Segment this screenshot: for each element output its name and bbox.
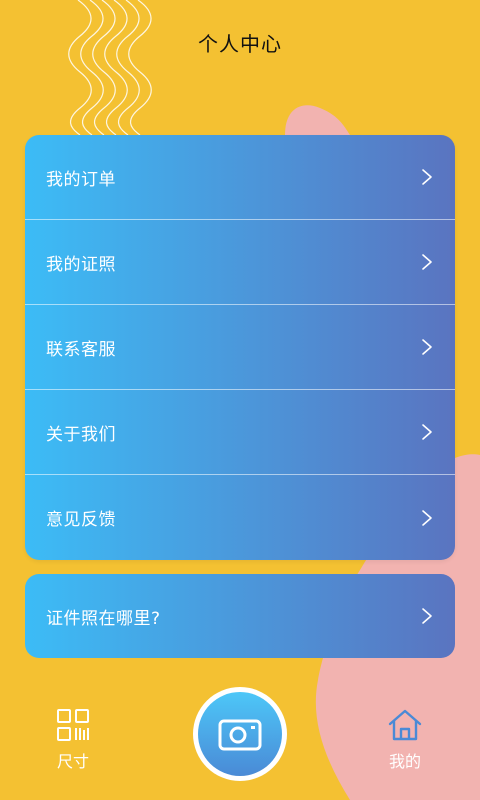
- chevron-right-icon: [422, 169, 432, 185]
- qr-grid-icon: [57, 709, 89, 741]
- menu-item-label: 关于我们: [46, 424, 116, 445]
- menu-item-orders[interactable]: 我的订单: [25, 135, 455, 220]
- menu-item-certificates[interactable]: 我的证照: [25, 220, 455, 305]
- chevron-right-icon: [422, 424, 432, 440]
- tab-mine-label: 我的: [388, 752, 421, 771]
- home-icon: [388, 709, 422, 741]
- tab-size[interactable]: 尺寸: [48, 708, 98, 772]
- pink-blob-top: [285, 105, 350, 135]
- camera-button[interactable]: [193, 687, 287, 781]
- chevron-right-icon: [422, 254, 432, 270]
- faq-label: 证件照在哪里?: [46, 608, 161, 629]
- camera-button-inner: [198, 692, 282, 776]
- tab-size-label: 尺寸: [56, 752, 89, 771]
- tab-mine[interactable]: 我的: [380, 708, 430, 772]
- faq-where-is-photo[interactable]: 证件照在哪里?: [25, 574, 455, 658]
- menu-item-about-us[interactable]: 关于我们: [25, 390, 455, 475]
- menu-item-label: 我的订单: [46, 169, 116, 190]
- chevron-right-icon: [422, 509, 432, 526]
- menu-item-label: 我的证照: [46, 254, 116, 275]
- menu-card: 我的订单 我的证照 联系客服 关于我们 意见反馈: [25, 135, 455, 560]
- page-title: 个人中心: [198, 32, 282, 56]
- chevron-right-icon: [422, 608, 432, 624]
- menu-item-label: 联系客服: [46, 339, 116, 360]
- wavy-lines: [68, 0, 152, 136]
- camera-icon: [218, 719, 262, 751]
- menu-item-feedback[interactable]: 意见反馈: [25, 475, 455, 560]
- menu-item-contact-support[interactable]: 联系客服: [25, 305, 455, 390]
- chevron-right-icon: [422, 339, 432, 355]
- menu-item-label: 意见反馈: [46, 510, 116, 530]
